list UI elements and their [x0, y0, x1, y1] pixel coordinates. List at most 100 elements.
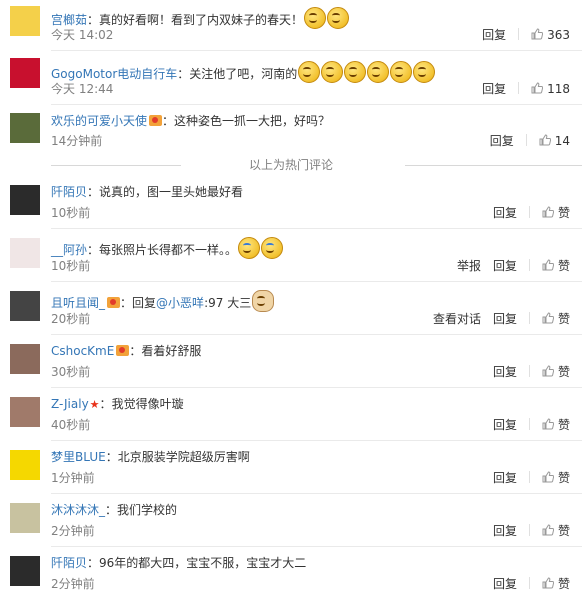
thumbs-up-icon [542, 471, 554, 483]
username-link[interactable]: 阡陌贝 [51, 556, 87, 570]
like-label: 赞 [557, 365, 570, 379]
dog-emoji-icon [252, 290, 275, 312]
divider [528, 524, 530, 536]
comment-time: 14分钟前 [51, 134, 103, 148]
thumbs-up-icon [542, 206, 554, 218]
avatar[interactable] [10, 185, 40, 215]
like-button[interactable]: 赞 [542, 471, 570, 485]
divider [528, 418, 530, 430]
colon: ： [129, 344, 142, 358]
like-button[interactable]: 赞 [542, 206, 570, 220]
comment-actions: 回复 363 [470, 28, 570, 42]
colon: ： [177, 67, 190, 81]
username-link[interactable]: 且听且闻_ [51, 296, 105, 310]
reply-link[interactable]: 回复 [493, 471, 517, 485]
comment-text: 回复 [132, 296, 157, 310]
comment-time: 40秒前 [51, 418, 91, 432]
comment-line: GogoMotor电动自行车：关注他了吧，河南的 [51, 61, 436, 83]
reply-link[interactable]: 回复 [493, 206, 517, 220]
comment-line: Z-Jialy★：我觉得像叶璇 [51, 396, 184, 413]
avatar[interactable] [10, 6, 40, 36]
comment-time: 今天 12:44 [51, 82, 114, 96]
like-count: 118 [547, 82, 570, 96]
laugh-cry-emoji-icon [261, 237, 284, 259]
reply-link[interactable]: 回复 [493, 312, 517, 326]
comment-time: 2分钟前 [51, 524, 95, 538]
reply-link[interactable]: 回复 [493, 365, 517, 379]
divider [518, 82, 520, 94]
smile-emoji-icon [298, 61, 321, 83]
avatar[interactable] [10, 503, 40, 533]
username-link[interactable]: 欢乐的可爱小天使 [51, 114, 147, 128]
smile-emoji-icon [413, 61, 436, 83]
username-link[interactable]: 梦里BLUE [51, 450, 106, 464]
avatar[interactable] [10, 556, 40, 586]
like-label: 赞 [557, 418, 570, 432]
comment-text: 我们学校的 [117, 503, 178, 517]
row-divider [51, 334, 582, 335]
reply-link[interactable]: 回复 [482, 28, 506, 42]
like-button[interactable]: 118 [531, 82, 570, 96]
divider [528, 365, 530, 377]
reply-link[interactable]: 回复 [493, 524, 517, 538]
avatar[interactable] [10, 291, 40, 321]
row-divider [51, 493, 582, 494]
like-button[interactable]: 赞 [542, 312, 570, 326]
like-label: 赞 [557, 312, 570, 326]
username-link[interactable]: 宫榔茹 [51, 13, 87, 27]
like-label: 赞 [557, 471, 570, 485]
avatar[interactable] [10, 450, 40, 480]
thumbs-up-icon [542, 577, 554, 589]
like-button[interactable]: 赞 [542, 418, 570, 432]
smile-emoji-icon [367, 61, 390, 83]
colon: ： [120, 296, 133, 310]
vip-badge-icon [149, 115, 163, 126]
username-link[interactable]: 沐沐沐沐_ [51, 503, 105, 517]
thumbs-up-icon [531, 28, 544, 40]
like-button[interactable]: 赞 [542, 259, 570, 273]
reply-link[interactable]: 回复 [490, 134, 514, 148]
divider [518, 28, 520, 40]
thumbs-up-icon [539, 134, 551, 146]
view-conversation-link[interactable]: 查看对话 [433, 312, 481, 326]
colon: ： [87, 243, 100, 257]
username-link[interactable]: GogoMotor电动自行车 [51, 67, 177, 81]
colon: ： [87, 556, 100, 570]
reply-link[interactable]: 回复 [493, 577, 517, 591]
star-badge-icon: ★ [89, 398, 100, 411]
colon: ： [99, 397, 112, 411]
reply-link[interactable]: 回复 [482, 82, 506, 96]
comment-line: 梦里BLUE：北京服装学院超级厉害啊 [51, 449, 250, 465]
comment-text: 北京服装学院超级厉害啊 [117, 450, 250, 464]
colon: ： [162, 114, 175, 128]
like-button[interactable]: 14 [539, 134, 570, 148]
username-link[interactable]: CshocKmE [51, 344, 114, 358]
username-link[interactable]: 阡陌贝 [51, 185, 87, 199]
reply-link[interactable]: 回复 [493, 418, 517, 432]
avatar[interactable] [10, 344, 40, 374]
comment-text: 说真的，图一里头她最好看 [99, 185, 244, 199]
avatar[interactable] [10, 397, 40, 427]
like-label: 赞 [557, 206, 570, 220]
like-button[interactable]: 赞 [542, 577, 570, 591]
like-button[interactable]: 赞 [542, 524, 570, 538]
comment-time: 10秒前 [51, 206, 91, 220]
hot-comments-footer: 以上为热门评论 [248, 158, 333, 172]
comment-actions: 回复 赞 [481, 418, 570, 432]
like-button[interactable]: 363 [531, 28, 570, 42]
comment-text: 看着好舒服 [141, 344, 202, 358]
username-link[interactable]: Z-Jialy [51, 397, 89, 411]
mention-link[interactable]: @小恶咩 [156, 296, 204, 310]
vip-badge-icon [107, 297, 121, 308]
comment-actions: 回复 赞 [481, 471, 570, 485]
comment-text: 真的好看啊！看到了内双妹子的春天！ [99, 13, 304, 27]
username-link[interactable]: __阿孙 [51, 243, 87, 257]
avatar[interactable] [10, 238, 40, 268]
avatar[interactable] [10, 113, 40, 143]
avatar[interactable] [10, 58, 40, 88]
smile-emoji-icon [321, 61, 344, 83]
like-button[interactable]: 赞 [542, 365, 570, 379]
report-link[interactable]: 举报 [457, 259, 481, 273]
colon: ： [105, 503, 118, 517]
reply-link[interactable]: 回复 [493, 259, 517, 273]
